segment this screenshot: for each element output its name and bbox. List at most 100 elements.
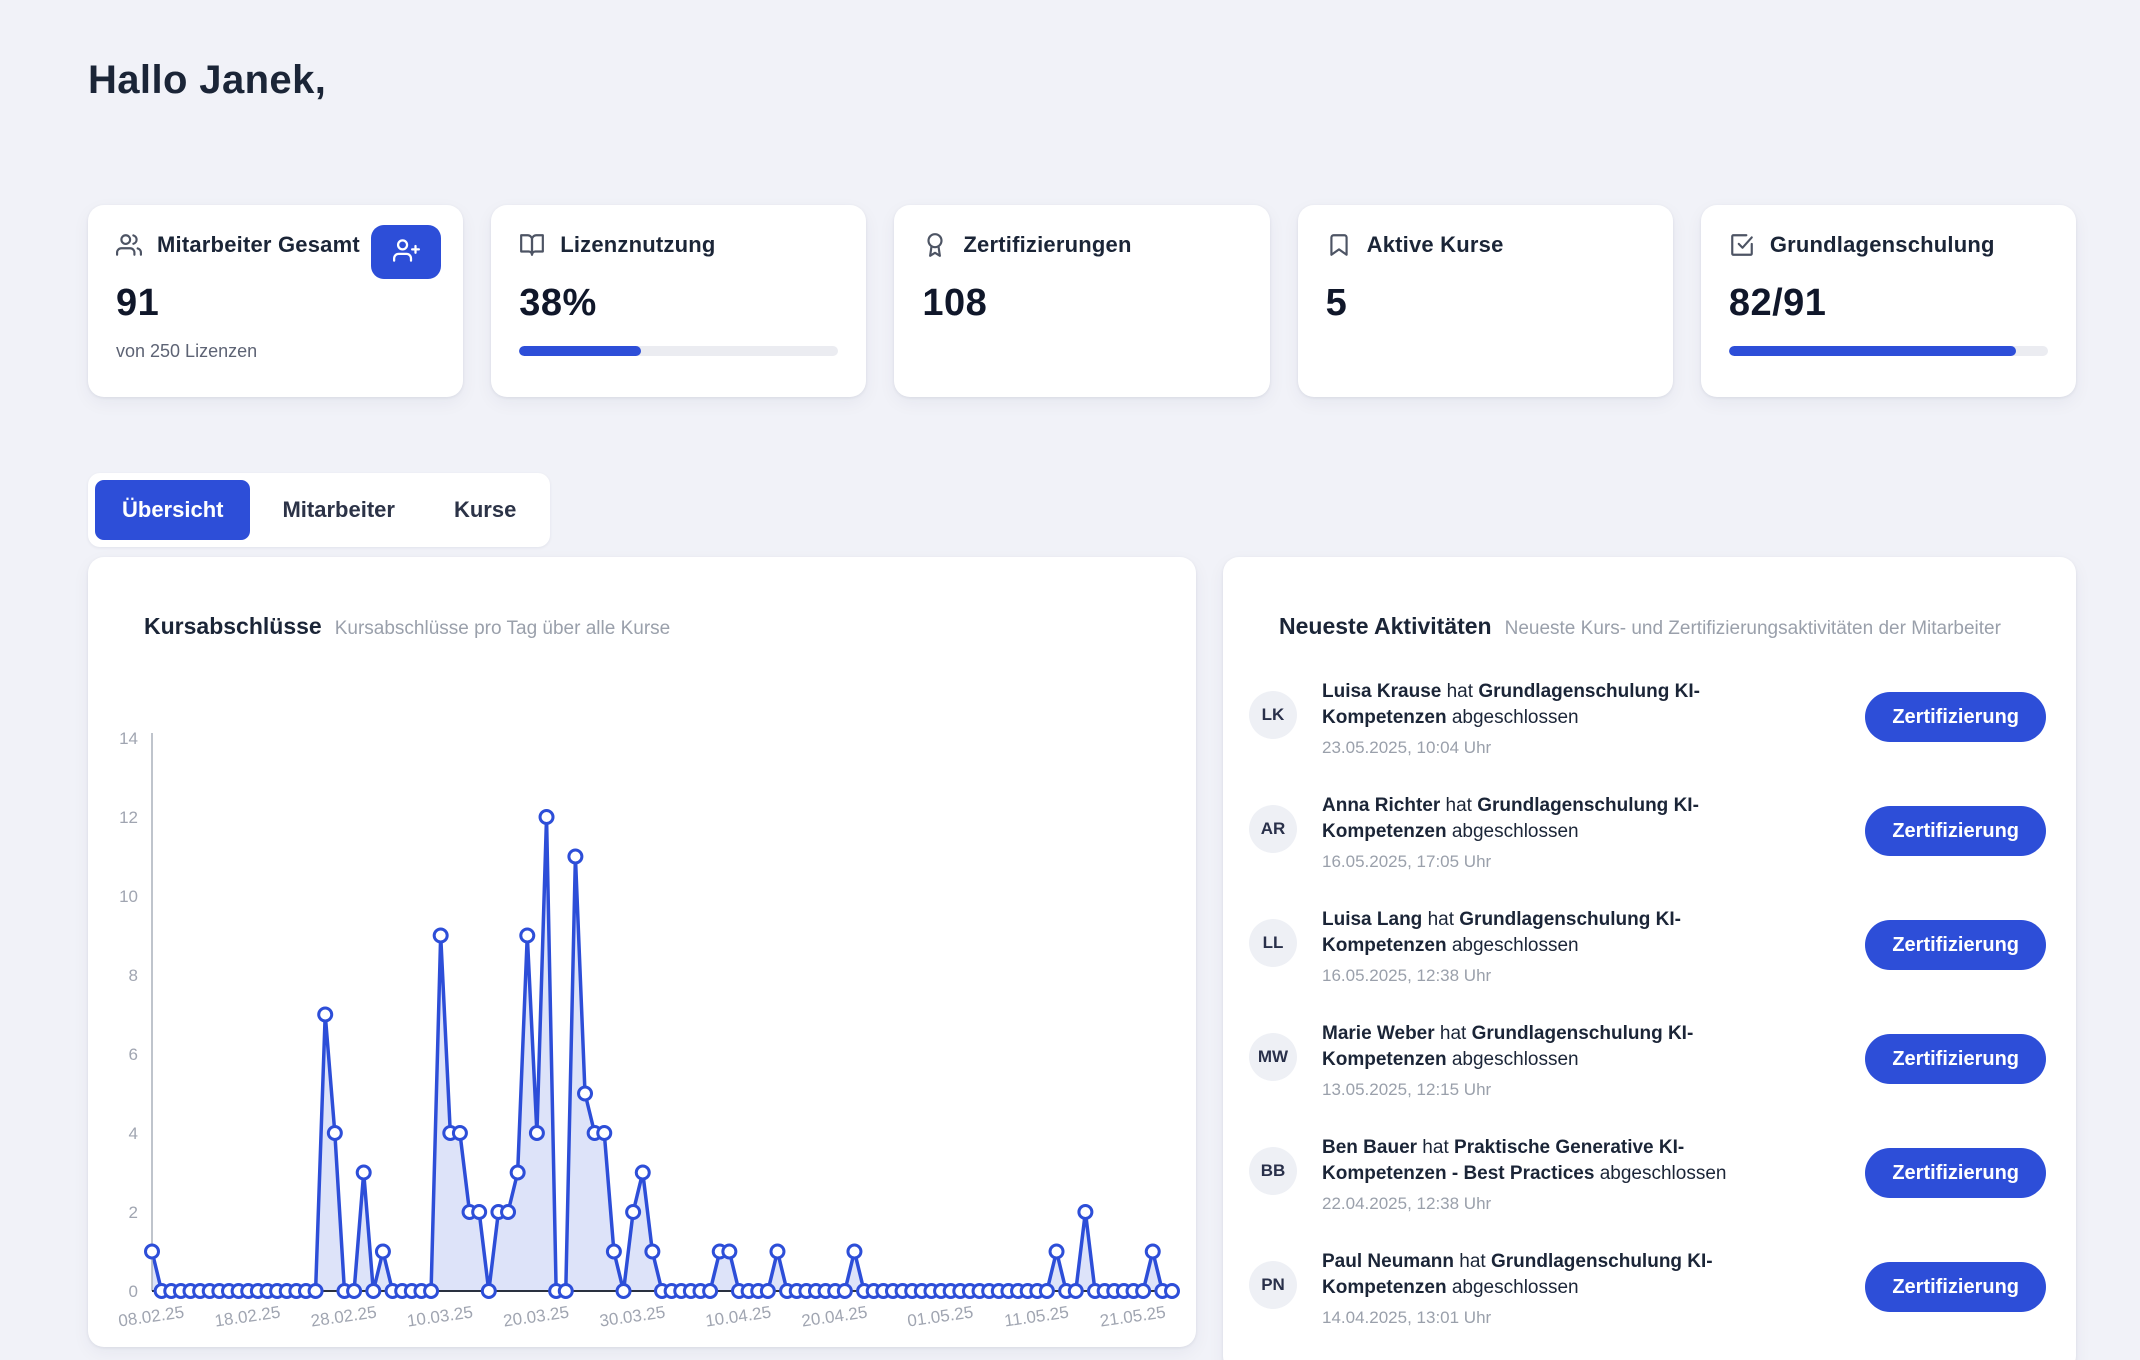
zertifizierung-badge: Zertifizierung xyxy=(1865,1262,2046,1312)
chart-area-fill xyxy=(152,817,1172,1291)
activity-description: Ben Bauer hat Praktische Generative KI-K… xyxy=(1322,1135,1800,1187)
chart-point xyxy=(540,811,553,824)
activity-text: Ben Bauer hat Praktische Generative KI-K… xyxy=(1322,1135,1800,1219)
stat-label: Grundlagenschulung xyxy=(1770,232,1995,258)
chart-point xyxy=(1137,1285,1150,1298)
activity-timestamp: 22.04.2025, 12:38 Uhr xyxy=(1322,1194,1800,1214)
chart-point xyxy=(636,1166,649,1179)
avatar: BB xyxy=(1249,1147,1297,1195)
stat-sub: von 250 Lizenzen xyxy=(116,341,435,362)
chart-point xyxy=(598,1127,611,1140)
x-axis-tick-label: 20.04.25 xyxy=(800,1303,868,1331)
activity-text: Luisa Krause hat Grundlagenschulung KI-K… xyxy=(1322,679,1800,763)
chart-point xyxy=(146,1245,159,1258)
stat-card-mitarbeiter-gesamt: Mitarbeiter Gesamt 91 von 250 Lizenzen xyxy=(88,205,463,397)
activity-item: LL Luisa Lang hat Grundlagenschulung KI-K… xyxy=(1249,907,2046,991)
stat-label: Lizenznutzung xyxy=(560,232,715,258)
activity-item: AR Anna Richter hat Grundlagenschulung KI… xyxy=(1249,793,2046,877)
chart-point xyxy=(1069,1285,1082,1298)
chart-point xyxy=(1146,1245,1159,1258)
stat-card-lizenznutzung: Lizenznutzung 38% xyxy=(491,205,866,397)
chart-point xyxy=(1040,1285,1053,1298)
tab-bar: Übersicht Mitarbeiter Kurse xyxy=(88,473,550,547)
activity-text: Marie Weber hat Grundlagenschulung KI-Ko… xyxy=(1322,1021,1800,1105)
award-icon xyxy=(922,232,948,258)
chart-point xyxy=(357,1166,370,1179)
activity-description: Paul Neumann hat Grundlagenschulung KI-K… xyxy=(1322,1249,1800,1301)
chart-point xyxy=(425,1285,438,1298)
chart-point xyxy=(319,1008,332,1021)
chart-point xyxy=(367,1285,380,1298)
training-progress-fill xyxy=(1729,346,2017,356)
chart-point xyxy=(328,1127,341,1140)
y-axis-tick-label: 10 xyxy=(119,887,138,906)
add-user-button[interactable] xyxy=(371,225,441,279)
chart-point xyxy=(530,1127,543,1140)
x-axis-tick-label: 21.05.25 xyxy=(1099,1303,1167,1331)
x-axis-tick-label: 20.03.25 xyxy=(502,1303,570,1331)
activity-timestamp: 16.05.2025, 17:05 Uhr xyxy=(1322,852,1800,872)
tab-mitarbeiter[interactable]: Mitarbeiter xyxy=(255,480,421,540)
chart-point xyxy=(569,850,582,863)
chart-point xyxy=(579,1087,592,1100)
stat-card-grundlagenschulung: Grundlagenschulung 82/91 xyxy=(1701,205,2076,397)
stat-value: 91 xyxy=(116,282,435,325)
activity-timestamp: 13.05.2025, 12:15 Uhr xyxy=(1322,1080,1800,1100)
activity-text: Anna Richter hat Grundlagenschulung KI-K… xyxy=(1322,793,1800,877)
bookmark-icon xyxy=(1326,232,1352,258)
y-axis-tick-label: 6 xyxy=(129,1045,138,1064)
activity-item: PNPaul Neumann hat Grundlagenschulung KI… xyxy=(1249,1249,2046,1333)
y-axis-tick-label: 4 xyxy=(129,1124,138,1143)
tab-uebersicht[interactable]: Übersicht xyxy=(95,480,250,540)
chart-point xyxy=(559,1285,572,1298)
chart-point xyxy=(607,1245,620,1258)
zertifizierung-badge: Zertifizierung xyxy=(1865,920,2046,970)
person-add-icon xyxy=(393,237,420,267)
chart-point xyxy=(1079,1206,1092,1219)
activity-description: Luisa Krause hat Grundlagenschulung KI-K… xyxy=(1322,679,1800,731)
activity-item: LK Luisa Krause hat Grundlagenschulung KI… xyxy=(1249,679,2046,763)
activity-timestamp: 23.05.2025, 10:04 Uhr xyxy=(1322,738,1800,758)
chart-point xyxy=(348,1285,361,1298)
chart-point xyxy=(723,1245,736,1258)
chart-point xyxy=(453,1127,466,1140)
stat-card-zertifizierungen: Zertifizierungen 108 xyxy=(894,205,1269,397)
license-progress-fill xyxy=(519,346,640,356)
activity-item: MWMarie Weber hat Grundlagenschulung KI-… xyxy=(1249,1021,2046,1105)
zertifizierung-badge: Zertifizierung xyxy=(1865,692,2046,742)
chart-point xyxy=(848,1245,861,1258)
chart-point xyxy=(1166,1285,1179,1298)
chart-point xyxy=(771,1245,784,1258)
activities-title: Neueste Aktivitäten xyxy=(1279,613,1492,639)
chart-point xyxy=(376,1245,389,1258)
stat-value: 5 xyxy=(1326,282,1645,325)
activity-description: Anna Richter hat Grundlagenschulung KI-K… xyxy=(1322,793,1800,845)
chart-card: KursabschlüsseKursabschlüsse pro Tag übe… xyxy=(88,557,1196,1347)
chart-point xyxy=(617,1285,630,1298)
x-axis-tick-label: 01.05.25 xyxy=(906,1303,974,1331)
chart-point xyxy=(502,1206,515,1219)
activity-text: Luisa Lang hat Grundlagenschulung KI-Kom… xyxy=(1322,907,1800,991)
license-progress-track xyxy=(519,346,838,356)
avatar: AR xyxy=(1249,805,1297,853)
activities-subtitle: Neueste Kurs- und Zertifizierungsaktivit… xyxy=(1505,618,2001,639)
stat-value: 108 xyxy=(922,282,1241,325)
chart-point xyxy=(434,929,447,942)
y-axis-tick-label: 0 xyxy=(129,1282,138,1301)
avatar: LK xyxy=(1249,691,1297,739)
y-axis-tick-label: 12 xyxy=(119,808,138,827)
chart-point xyxy=(838,1285,851,1298)
avatar: LL xyxy=(1249,919,1297,967)
x-axis-tick-label: 28.02.25 xyxy=(310,1303,378,1331)
activity-description: Luisa Lang hat Grundlagenschulung KI-Kom… xyxy=(1322,907,1800,959)
y-axis-tick-label: 8 xyxy=(129,966,138,985)
chart-point xyxy=(627,1206,640,1219)
course-completions-chart: 0246810121408.02.2518.02.2528.02.2510.03… xyxy=(100,725,1190,1360)
activities-card: Neueste Aktivitäten Neueste Kurs- und Zer… xyxy=(1223,557,2076,1360)
chart-point xyxy=(482,1285,495,1298)
x-axis-tick-label: 10.04.25 xyxy=(704,1303,772,1331)
training-progress-track xyxy=(1729,346,2048,356)
activity-list: LK Luisa Krause hat Grundlagenschulung KI… xyxy=(1249,679,2046,1333)
tab-kurse[interactable]: Kurse xyxy=(427,480,543,540)
stat-value: 82/91 xyxy=(1729,282,2048,325)
